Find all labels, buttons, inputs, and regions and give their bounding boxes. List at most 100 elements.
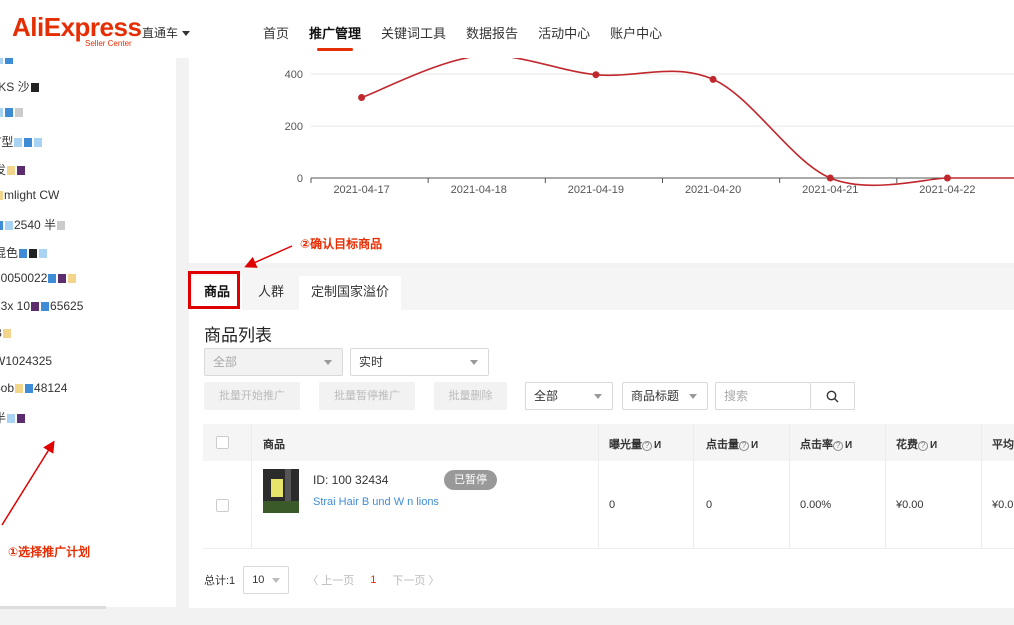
sidebar-scrollbar[interactable] bbox=[0, 606, 106, 609]
plan-item-label: B bbox=[0, 326, 2, 340]
data-point bbox=[709, 75, 717, 83]
plan-item[interactable]: 4ob 48124 bbox=[0, 381, 67, 395]
plan-item[interactable]: 半 bbox=[0, 409, 26, 426]
plan-item-label: 半 bbox=[0, 411, 7, 425]
help-icon[interactable]: ? bbox=[833, 441, 843, 451]
plan-item[interactable] bbox=[0, 58, 14, 66]
nav-activities[interactable]: 活动中心 bbox=[538, 23, 590, 42]
plan-item-label: 48124 bbox=[34, 381, 68, 395]
pagination: 总计:1 10 〈 上一页 1 下一页 〉 bbox=[204, 566, 449, 594]
status-filter-value: 全部 bbox=[534, 389, 559, 403]
annotation-step2: ②确认目标商品 bbox=[300, 237, 383, 251]
page-size-value: 10 bbox=[252, 574, 265, 586]
select-all-checkbox[interactable] bbox=[216, 436, 229, 449]
sort-icon[interactable]: И bbox=[751, 440, 758, 451]
search-icon bbox=[826, 390, 839, 403]
col-product: 商品 bbox=[263, 439, 285, 451]
plan-item[interactable]: 13x 10 65625 bbox=[0, 299, 83, 313]
col-ctr-label: 点击率 bbox=[800, 439, 833, 451]
nav-account[interactable]: 账户中心 bbox=[610, 23, 662, 42]
chevron-down-icon bbox=[324, 360, 332, 365]
page-size-select[interactable]: 10 bbox=[243, 566, 290, 594]
col-impressions-label: 曝光量 bbox=[609, 439, 642, 451]
table-header: 商品 曝光量? И 点击量? И 点击率? И 花费? И 平均 bbox=[203, 424, 1014, 461]
plan-item[interactable] bbox=[0, 105, 24, 119]
plan-filter-select[interactable]: 全部 bbox=[204, 348, 343, 376]
x-tick-label: 2021-04-20 bbox=[685, 184, 741, 196]
plan-item-label: 发 bbox=[0, 163, 7, 177]
logo-text: AliExpress bbox=[12, 12, 142, 42]
plan-item[interactable]: T型 bbox=[0, 133, 43, 150]
plan-filter-value: 全部 bbox=[213, 355, 238, 369]
plan-item[interactable]: 10050022 bbox=[0, 271, 77, 285]
nav-reports[interactable]: 数据报告 bbox=[466, 23, 518, 42]
chevron-down-icon bbox=[470, 360, 478, 365]
next-page-button[interactable]: 下一页 〉 bbox=[392, 572, 439, 588]
plan-item-label: 65625 bbox=[50, 299, 84, 313]
plan-item[interactable]: 混色 bbox=[0, 244, 48, 261]
nav-home[interactable]: 首页 bbox=[263, 23, 289, 42]
status-filter-select[interactable]: 全部 bbox=[525, 382, 613, 410]
col-clicks-label: 点击量 bbox=[706, 439, 739, 451]
sort-icon[interactable]: И bbox=[845, 440, 852, 451]
cell-impressions: 0 bbox=[609, 499, 616, 511]
help-icon[interactable]: ? bbox=[918, 441, 928, 451]
search-field-select[interactable]: 商品标题 bbox=[622, 382, 708, 410]
plan-item-label: 4ob bbox=[0, 381, 15, 395]
x-tick-label: 2021-04-19 bbox=[568, 184, 624, 196]
sort-icon[interactable]: И bbox=[654, 440, 661, 451]
plan-item-label: 10050022 bbox=[0, 271, 48, 285]
row-checkbox[interactable] bbox=[216, 499, 229, 512]
sort-icon[interactable]: И bbox=[930, 440, 937, 451]
cell-avg: ¥0.0 bbox=[992, 499, 1014, 511]
plan-item[interactable]: B bbox=[0, 326, 12, 340]
plan-item-label: 24325 bbox=[18, 354, 53, 368]
table-row[interactable]: ID: 100 32434 已暂停 Strai Hair B und W n l… bbox=[203, 461, 1014, 549]
x-tick-label: 2021-04-18 bbox=[451, 184, 507, 196]
product-switcher[interactable]: 直通车 bbox=[142, 24, 191, 41]
chevron-down-icon bbox=[594, 394, 602, 399]
product-title-link[interactable]: Strai Hair B und W n lions bbox=[313, 494, 583, 510]
trend-chart: 0 200 400 2021-04-17 2021-04-18 2021-04-19 202… bbox=[285, 58, 1014, 196]
batch-pause-button[interactable]: 批量暂停推广 bbox=[319, 382, 415, 410]
trend-chart-panel: 0 200 400 2021-04-17 2021-04-18 2021-04-19 202… bbox=[189, 58, 1014, 263]
prev-page-button[interactable]: 〈 上一页 bbox=[307, 572, 354, 588]
top-header: AliExpress Seller Center 直通车 首页 推广管理 关键词… bbox=[0, 0, 1014, 58]
current-page[interactable]: 1 bbox=[370, 574, 376, 586]
search-button[interactable] bbox=[811, 382, 855, 410]
plan-item-label: 混色 bbox=[0, 246, 19, 260]
plan-item-label: T型 bbox=[0, 135, 14, 149]
y-tick-label: 0 bbox=[297, 173, 303, 185]
col-clicks[interactable]: 点击量? И bbox=[706, 436, 758, 452]
time-filter-select[interactable]: 实时 bbox=[350, 348, 489, 376]
plan-item[interactable]: 2540 半 bbox=[0, 216, 66, 233]
tab-country-premium[interactable]: 定制国家溢价 bbox=[299, 276, 402, 310]
tab-audience[interactable]: 人群 bbox=[246, 276, 296, 310]
batch-start-button[interactable]: 批量开始推广 bbox=[204, 382, 300, 410]
col-ctr[interactable]: 点击率? И bbox=[800, 436, 852, 452]
batch-delete-button[interactable]: 批量删除 bbox=[434, 382, 507, 410]
plan-item[interactable]: mlight CW bbox=[0, 188, 59, 202]
help-icon[interactable]: ? bbox=[739, 441, 749, 451]
search-input[interactable] bbox=[715, 382, 811, 410]
plan-item[interactable]: W1024325 bbox=[0, 354, 52, 368]
time-filter-value: 实时 bbox=[359, 355, 384, 369]
plan-item[interactable]: ᴸKS 沙 bbox=[0, 78, 40, 95]
col-cost[interactable]: 花费? И bbox=[896, 436, 937, 452]
app-root: AliExpress Seller Center 直通车 首页 推广管理 关键词… bbox=[0, 0, 1014, 625]
col-impressions[interactable]: 曝光量? И bbox=[609, 436, 661, 452]
plan-item-label: 2540 半 bbox=[14, 218, 57, 232]
product-switcher-label: 直通车 bbox=[142, 26, 179, 40]
tab-products[interactable]: 商品 bbox=[192, 276, 243, 310]
plan-item[interactable]: 发 bbox=[0, 161, 26, 178]
nav-promotion[interactable]: 推广管理 bbox=[309, 23, 361, 51]
annotation-step1: ①选择推广计划 bbox=[8, 545, 91, 559]
product-panel: 商品 人群 定制国家溢价 商品列表 全部 实时 批量开始推广 批量暂停推广 批量… bbox=[189, 268, 1014, 608]
product-thumbnail[interactable] bbox=[263, 469, 299, 513]
aliexpress-logo[interactable]: AliExpress Seller Center bbox=[12, 12, 142, 48]
nav-keyword-tool[interactable]: 关键词工具 bbox=[381, 23, 446, 42]
data-point bbox=[592, 71, 600, 79]
data-point bbox=[358, 94, 366, 102]
help-icon[interactable]: ? bbox=[642, 441, 652, 451]
search-field-value: 商品标题 bbox=[631, 389, 680, 403]
